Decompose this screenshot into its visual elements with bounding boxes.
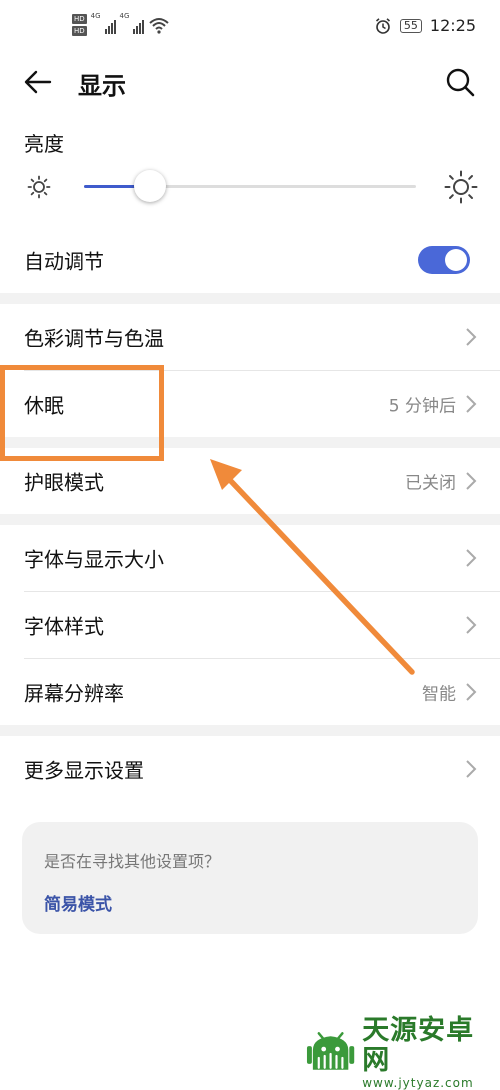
chevron-right-icon (466, 616, 477, 634)
status-bar: HD HD 4G 4G 55 12:25 (0, 0, 500, 58)
chevron-right-icon (466, 395, 477, 413)
top-bar: 显示 (0, 58, 500, 108)
font-display-size-label: 字体与显示大小 (24, 547, 164, 572)
simple-mode-link[interactable]: 简易模式 (44, 890, 112, 915)
signal-icon (133, 16, 145, 34)
section-divider (0, 514, 500, 525)
section-divider (0, 725, 500, 736)
brightness-high-icon (444, 170, 478, 204)
screen-resolution-value: 智能 (422, 684, 456, 705)
chevron-right-icon (466, 549, 477, 567)
network-type: 4G (90, 12, 101, 20)
brightness-label: 亮度 (24, 132, 64, 156)
eye-comfort-value: 已关闭 (405, 473, 456, 494)
battery-icon: 55 (399, 18, 422, 33)
font-style-label: 字体样式 (24, 614, 104, 639)
brightness-low-icon (27, 175, 51, 199)
more-display-settings-row[interactable]: 更多显示设置 (0, 736, 500, 802)
more-display-settings-label: 更多显示设置 (24, 758, 144, 783)
alarm-icon (375, 17, 390, 34)
auto-adjust-label: 自动调节 (24, 249, 104, 274)
watermark-logo-icon (306, 1032, 355, 1070)
hd-badge: HD (72, 26, 87, 36)
toggle-knob (445, 249, 467, 271)
annotation-highlight-box (0, 365, 164, 461)
eye-comfort-label: 护眼模式 (24, 470, 104, 495)
chevron-right-icon (466, 472, 477, 490)
search-icon[interactable] (442, 64, 478, 100)
auto-adjust-toggle[interactable] (418, 246, 470, 274)
network-type: 4G (119, 12, 130, 20)
hd-badge: HD (72, 14, 87, 24)
auto-adjust-row[interactable]: 自动调节 (0, 227, 500, 293)
watermark-title: 天源安卓网 (362, 1015, 475, 1076)
back-arrow-icon[interactable] (20, 64, 56, 100)
page-title: 显示 (78, 72, 126, 100)
chevron-right-icon (466, 328, 477, 346)
signal-icon (104, 16, 116, 34)
brightness-slider[interactable] (84, 170, 416, 202)
watermark-url: www.jytyaz.com (362, 1076, 474, 1090)
screen-resolution-label: 屏幕分辨率 (24, 681, 124, 706)
suggestion-question: 是否在寻找其他设置项？ (44, 852, 221, 871)
font-display-size-row[interactable]: 字体与显示大小 (0, 525, 500, 591)
color-temperature-label: 色彩调节与色温 (24, 326, 164, 351)
watermark: 天源安卓网 www.jytyaz.com (305, 1016, 500, 1090)
sleep-value: 5 分钟后 (388, 396, 456, 417)
font-style-row[interactable]: 字体样式 (0, 592, 500, 658)
network-indicators: HD HD 4G 4G (72, 12, 170, 36)
clock: 12:25 (429, 16, 476, 35)
chevron-right-icon (466, 683, 477, 701)
screen-resolution-row[interactable]: 屏幕分辨率 智能 (0, 659, 500, 725)
color-temperature-row[interactable]: 色彩调节与色温 (0, 304, 500, 370)
brightness-slider-thumb[interactable] (134, 170, 167, 202)
suggestion-card: 是否在寻找其他设置项？ 简易模式 (22, 822, 478, 934)
chevron-right-icon (466, 760, 477, 778)
wifi-icon (149, 18, 170, 34)
section-divider (0, 293, 500, 304)
